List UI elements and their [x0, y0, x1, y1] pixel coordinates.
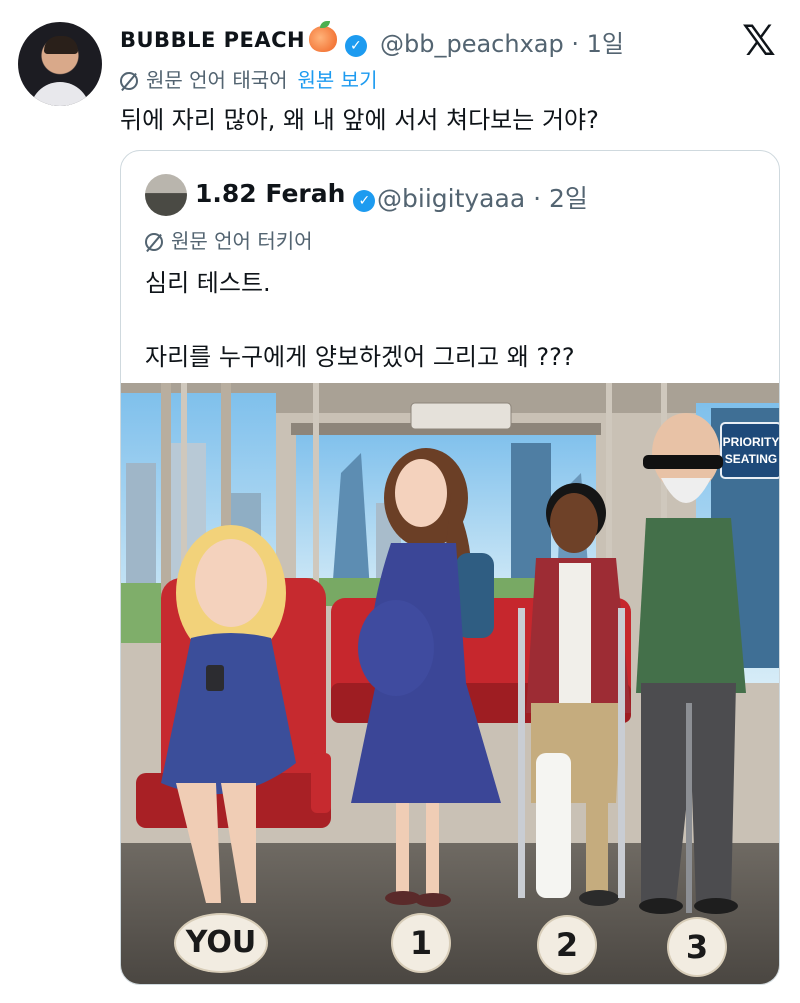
- quote-text-line-2: 자리를 누구에게 양보하겠어 그리고 왜 ???: [145, 343, 575, 371]
- quote-tweet-card[interactable]: 1.82 Ferah ✓ @biigityaaa · 2일 원문 언어 터키어 심…: [120, 150, 780, 985]
- pregnant-woman-leg: [396, 803, 409, 898]
- quote-author-avatar[interactable]: [145, 174, 187, 216]
- crutch: [518, 608, 525, 898]
- show-original-link[interactable]: 원본 보기: [298, 68, 378, 92]
- old-man-shirt: [636, 518, 746, 693]
- label-you: YOU: [176, 915, 266, 971]
- author-name[interactable]: BUBBLE PEACH: [120, 28, 305, 52]
- quote-text-line-1: 심리 테스트.: [145, 269, 271, 297]
- pregnant-woman-shoe: [415, 893, 451, 907]
- verified-badge-icon: ✓: [345, 35, 368, 57]
- peach-emoji-icon: [309, 21, 338, 52]
- author-handle[interactable]: @bb_peachxap · 1일: [380, 24, 624, 59]
- boy-cast: [536, 753, 571, 898]
- verified-badge-icon: ✓: [353, 190, 376, 212]
- pregnant-woman-shoe: [385, 891, 421, 905]
- label-2: 2: [539, 917, 595, 973]
- label-1: 1: [393, 915, 449, 971]
- quote-translate-row: 원문 언어 터키어: [145, 225, 313, 254]
- quote-author-name-row[interactable]: 1.82 Ferah ✓: [195, 179, 376, 212]
- old-man-shoe: [694, 898, 738, 914]
- avatar-hair: [44, 36, 78, 54]
- label-3: 3: [669, 919, 725, 975]
- priority-sign-text-2: SEATING: [725, 452, 777, 466]
- quote-author-handle[interactable]: @biigityaaa · 2일: [377, 179, 588, 215]
- boy-face: [550, 493, 598, 553]
- crutch: [618, 608, 625, 898]
- bus-illustration[interactable]: PRIORITY SEATING YOU 1 2 3: [121, 383, 780, 984]
- priority-sign: [720, 422, 779, 479]
- old-man-sunglasses: [643, 455, 723, 469]
- pregnant-woman-belly: [358, 600, 434, 696]
- bus-display: [410, 402, 512, 430]
- tweet-text: 뒤에 자리 많아, 왜 내 앞에 서서 쳐다보는 거야?: [120, 106, 599, 134]
- quote-translate-label: 원문 언어 터키어: [171, 229, 313, 253]
- x-logo-icon[interactable]: 𝕏: [742, 16, 776, 65]
- priority-sign-text-1: PRIORITY: [723, 435, 780, 449]
- old-man-cane: [686, 703, 692, 913]
- translate-label: 원문 언어 태국어: [146, 68, 288, 92]
- translate-icon: [145, 233, 163, 251]
- you-phone: [206, 665, 224, 691]
- you-face: [195, 539, 267, 627]
- pregnant-woman-face: [395, 459, 447, 527]
- translate-icon: [120, 72, 138, 90]
- you-seat-arm: [311, 753, 331, 813]
- old-man-shoe: [639, 898, 683, 914]
- boy-shoe: [579, 890, 619, 906]
- author-avatar[interactable]: [18, 22, 102, 106]
- author-name-row[interactable]: BUBBLE PEACH ✓: [120, 21, 368, 57]
- translate-row: 원문 언어 태국어 원본 보기: [120, 64, 377, 93]
- quote-author-name[interactable]: 1.82 Ferah: [195, 179, 345, 208]
- boy-leg: [586, 783, 608, 893]
- avatar-shirt: [30, 82, 90, 106]
- boy-shirt: [559, 563, 591, 713]
- bus-scene: PRIORITY SEATING: [121, 383, 780, 984]
- pregnant-woman-leg: [426, 803, 439, 898]
